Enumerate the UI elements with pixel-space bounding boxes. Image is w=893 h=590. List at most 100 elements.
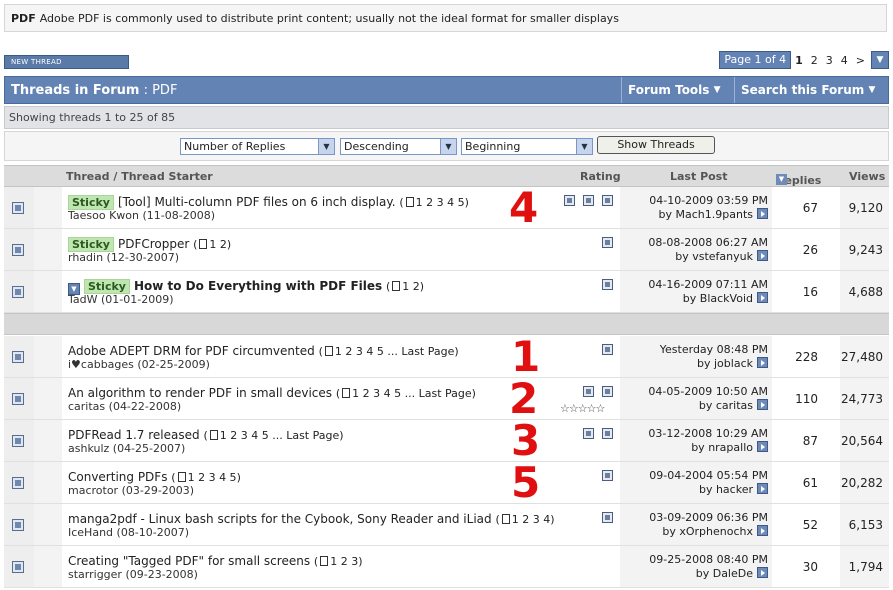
go-to-last-post-icon[interactable] xyxy=(757,525,768,536)
thread-page-links[interactable]: 1 2 3 4 xyxy=(512,513,550,526)
col-last-post[interactable]: Last Post xyxy=(670,170,728,183)
show-threads-button[interactable]: Show Threads xyxy=(597,136,715,154)
reply-count[interactable]: 26 xyxy=(803,243,818,257)
reply-count[interactable]: 30 xyxy=(803,560,818,574)
attachment-icon xyxy=(564,195,575,206)
last-post-author[interactable]: by DaleDe xyxy=(696,567,753,580)
last-post-author[interactable]: by caritas xyxy=(699,399,753,412)
thread-title-link[interactable]: PDFCropper xyxy=(118,237,189,251)
go-to-last-post-icon[interactable] xyxy=(757,567,768,578)
sort-from-select[interactable]: Beginning ▼ xyxy=(461,138,593,155)
thread-title-link[interactable]: PDFRead 1.7 released xyxy=(68,428,200,442)
thread-icon-cell xyxy=(34,378,62,419)
last-post-author[interactable]: by hacker xyxy=(699,483,753,496)
thread-title-link[interactable]: Converting PDFs xyxy=(68,470,167,484)
page-next-link[interactable]: > xyxy=(852,54,869,67)
last-post-author[interactable]: by BlackVoid xyxy=(683,292,753,305)
go-to-last-post-icon[interactable] xyxy=(757,357,768,368)
page-link-1[interactable]: 1 xyxy=(791,54,807,67)
page-link-2[interactable]: 2 xyxy=(807,54,822,67)
reply-count[interactable]: 228 xyxy=(795,350,818,364)
sort-field-select[interactable]: Number of Replies ▼ xyxy=(180,138,335,155)
thread-icon-cell xyxy=(34,504,62,545)
thread-starter[interactable]: macrotor (03-29-2003) xyxy=(68,484,194,497)
annotation-number: 5 xyxy=(511,458,541,507)
page-link-3[interactable]: 3 xyxy=(822,54,837,67)
sort-order-select[interactable]: Descending ▼ xyxy=(340,138,457,155)
reply-count[interactable]: 52 xyxy=(803,518,818,532)
reply-count[interactable]: 67 xyxy=(803,201,818,215)
down-arrow-icon[interactable]: ▼ xyxy=(871,51,889,69)
thread-page-links[interactable]: 1 2 3 4 5 xyxy=(188,471,237,484)
reply-count[interactable]: 87 xyxy=(803,434,818,448)
thread-starter[interactable]: i♥cabbages (02-25-2009) xyxy=(68,358,210,371)
go-to-last-post-icon[interactable] xyxy=(757,441,768,452)
page-link-4[interactable]: 4 xyxy=(837,54,852,67)
thread-icon-cell xyxy=(34,546,62,587)
thread-title-cell: Converting PDFs (1 2 3 4 5) macrotor (03… xyxy=(62,458,620,507)
thread-starter[interactable]: starrigger (09-23-2008) xyxy=(68,568,198,581)
annotation-number: 2 xyxy=(509,374,539,423)
last-post-author[interactable]: by vstefanyuk xyxy=(675,250,753,263)
views-cell: 1,794 xyxy=(840,546,889,587)
reply-count[interactable]: 110 xyxy=(795,392,818,406)
thread-page-links[interactable]: 1 2 xyxy=(402,280,420,293)
thread-starter[interactable]: IceHand (08-10-2007) xyxy=(68,526,189,539)
replies-cell: 26 xyxy=(772,229,840,270)
reply-count[interactable]: 61 xyxy=(803,476,818,490)
col-rating[interactable]: Rating xyxy=(580,170,621,183)
chevron-down-icon: ▼ xyxy=(440,139,456,154)
last-post-author[interactable]: by Mach1.9pants xyxy=(659,208,753,221)
thread-title-link[interactable]: How to Do Everything with PDF Files xyxy=(134,279,382,293)
multipage-icon xyxy=(199,239,208,249)
thread-pages: (1 2 3 4 5 ... Last Page) xyxy=(335,387,476,400)
thread-page-links[interactable]: 1 2 3 4 5 ... Last Page xyxy=(352,387,472,400)
thread-title-link[interactable]: manga2pdf - Linux bash scripts for the C… xyxy=(68,512,492,526)
thread-title-link[interactable]: Adobe ADEPT DRM for PDF circumvented xyxy=(68,344,315,358)
thread-page-links[interactable]: 1 2 3 4 5 ... Last Page xyxy=(220,429,340,442)
thread-page-links[interactable]: 1 2 3 xyxy=(330,555,358,568)
go-to-last-post-icon[interactable] xyxy=(757,292,768,303)
thread-page-links[interactable]: 1 2 3 4 5 ... Last Page xyxy=(335,345,455,358)
col-views[interactable]: Views xyxy=(849,170,885,183)
thread-title-link[interactable]: An algorithm to render PDF in small devi… xyxy=(68,386,332,400)
last-post-date: 04-05-2009 10:50 AM xyxy=(648,385,768,398)
thread-title-link[interactable]: Creating "Tagged PDF" for small screens xyxy=(68,554,310,568)
go-to-last-post-icon[interactable] xyxy=(757,208,768,219)
search-forum-menu[interactable]: Search this Forum ▼ xyxy=(734,77,888,103)
table-row: ▼ Sticky How to Do Everything with PDF Fil… xyxy=(4,271,889,313)
thread-starter[interactable]: rhadin (12-30-2007) xyxy=(68,251,179,264)
view-count: 6,153 xyxy=(848,518,883,532)
thread-starter[interactable]: TadW (01-01-2009) xyxy=(68,293,174,306)
view-count: 24,773 xyxy=(841,392,883,406)
annotation-number: 3 xyxy=(511,416,541,465)
forum-tools-menu[interactable]: Forum Tools ▼ xyxy=(621,77,734,103)
multipage-icon xyxy=(342,388,351,398)
last-post-author[interactable]: by nrapallo xyxy=(691,441,753,454)
last-post-date: 09-25-2008 08:40 PM xyxy=(649,553,768,566)
reply-count[interactable]: 16 xyxy=(803,285,818,299)
forum-description-text: Adobe PDF is commonly used to distribute… xyxy=(39,11,619,25)
go-to-last-post-icon[interactable] xyxy=(757,399,768,410)
view-count: 1,794 xyxy=(848,560,883,574)
thread-starter[interactable]: caritas (04-22-2008) xyxy=(68,400,181,413)
go-to-last-post-icon[interactable] xyxy=(757,250,768,261)
attachment-icon xyxy=(583,386,594,397)
thread-status-cell xyxy=(4,271,34,312)
views-cell: 20,564 xyxy=(840,420,889,461)
col-thread[interactable]: Thread / Thread Starter xyxy=(66,170,213,183)
last-post-author[interactable]: by xOrphenochx xyxy=(662,525,753,538)
new-thread-button[interactable]: NEW THREAD xyxy=(4,55,129,69)
last-post-author[interactable]: by joblack xyxy=(697,357,753,370)
go-to-last-post-icon[interactable] xyxy=(757,483,768,494)
thread-page-links[interactable]: 1 2 3 4 5 xyxy=(416,196,465,209)
attachment-icon xyxy=(602,470,613,481)
thread-starter[interactable]: Taesoo Kwon (11-08-2008) xyxy=(68,209,215,222)
page-label: Page 1 of 4 xyxy=(719,51,792,69)
thread-starter[interactable]: ashkulz (04-25-2007) xyxy=(68,442,185,455)
replies-cell: 228 xyxy=(772,336,840,377)
attachment-icon xyxy=(602,195,613,206)
thread-page-links[interactable]: 1 2 xyxy=(209,238,227,251)
attachment-icon xyxy=(583,428,594,439)
thread-title-link[interactable]: [Tool] Multi-column PDF files on 6 inch … xyxy=(118,195,396,209)
